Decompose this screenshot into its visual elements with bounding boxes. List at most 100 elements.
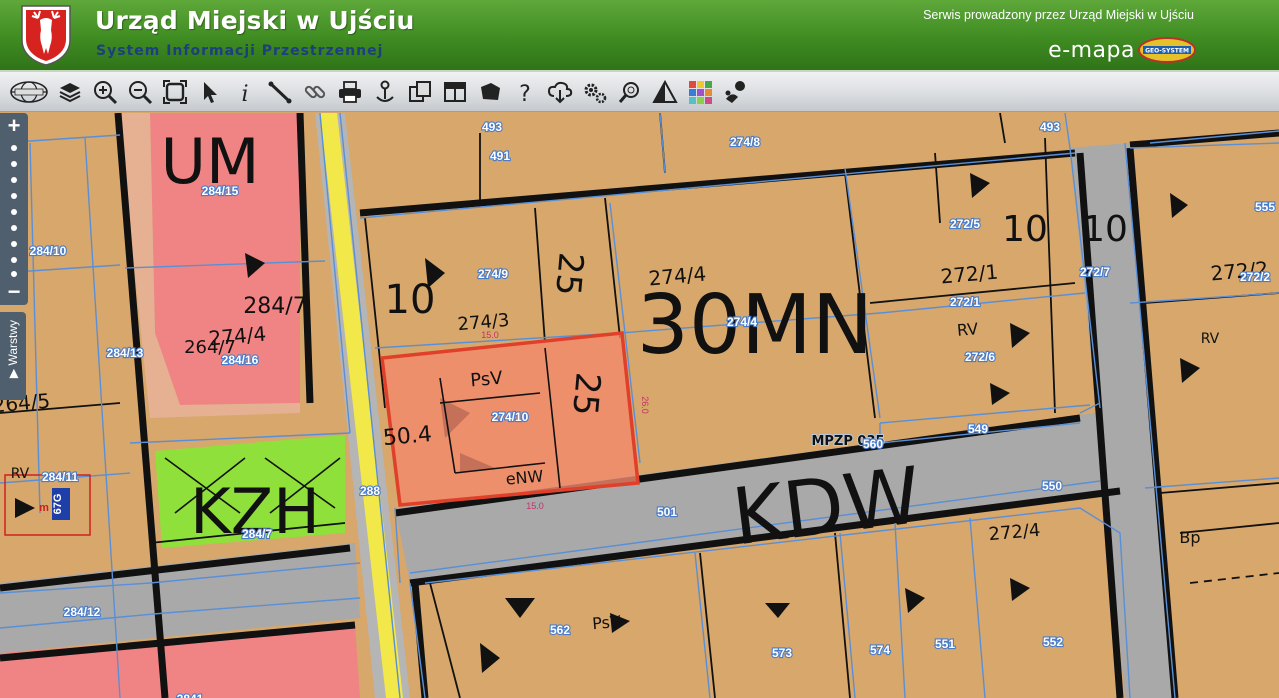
parcel-label: 274/4 [727, 315, 757, 329]
zoom-out-button[interactable] [122, 75, 157, 109]
parcel-label: 501 [657, 505, 677, 519]
dimension-label: 15.0 [526, 501, 544, 511]
geo-system-badge: GEO-SYSTEM [1138, 37, 1196, 63]
settings-button[interactable] [577, 75, 612, 109]
copy-icon [408, 80, 431, 102]
warning-button[interactable] [647, 75, 682, 109]
parcel-label: 272/1 [950, 295, 980, 309]
palette-icon [688, 80, 712, 104]
dimension-label: 15.0 [481, 330, 499, 340]
parcel-label: 274/8 [730, 135, 760, 149]
plan-label: 10 [1002, 209, 1048, 250]
parcel-label: 274/9 [478, 267, 508, 281]
svg-text:i: i [241, 82, 248, 105]
zoom-level-dot[interactable] [11, 209, 17, 215]
parcel-label: 555 [1255, 200, 1275, 214]
parcel-label: 284/15 [202, 184, 239, 198]
layers-button[interactable] [52, 75, 87, 109]
ruler-icon [268, 81, 291, 103]
parcel-label: 574 [870, 643, 890, 657]
zoom-out-control[interactable]: − [0, 281, 28, 303]
plan-label: 25 [547, 251, 591, 298]
info-button[interactable]: i [227, 75, 262, 109]
plan-label: 10 [1082, 209, 1128, 250]
globe-button[interactable] [6, 75, 52, 109]
download-button[interactable] [542, 75, 577, 109]
pin-button[interactable] [367, 75, 402, 109]
zoom-level-dot[interactable] [11, 161, 17, 167]
parcel-label: 272/2 [1240, 270, 1270, 284]
emapa-logo[interactable]: e-mapa GEO-SYSTEM [1048, 37, 1197, 63]
app-subtitle: System Informacji Przestrzennej [96, 43, 384, 59]
arrow-pointer-icon [203, 81, 217, 103]
marker-m-label: m [39, 502, 49, 514]
zoom-level-dot[interactable] [11, 145, 17, 151]
layers-tab-label: ▶ Warstwy [6, 319, 20, 379]
search-button[interactable] [612, 75, 647, 109]
zoom-level-dot[interactable] [11, 177, 17, 183]
parcel-label: 551 [935, 637, 955, 651]
info-icon: i [241, 82, 248, 105]
zoom-control: + − [0, 113, 28, 305]
plan-label: 274/4 [648, 262, 708, 291]
select-button[interactable] [192, 75, 227, 109]
plan-label: PsV [470, 368, 505, 392]
zoom-in-button[interactable] [87, 75, 122, 109]
parcel-label: 272/5 [950, 217, 980, 231]
zoom-in-icon [93, 80, 117, 104]
parcel-label: 274/10 [492, 410, 529, 424]
parcel-label: 288 [360, 484, 380, 498]
zoom-out-icon [128, 80, 152, 104]
polygon-icon [480, 82, 500, 100]
zoom-in-control[interactable]: + [0, 115, 28, 137]
printer-icon [338, 80, 361, 103]
area-button[interactable] [472, 75, 507, 109]
copy-button[interactable] [402, 75, 437, 109]
layout-button[interactable] [437, 75, 472, 109]
parcel-label: 284/7 [242, 527, 272, 541]
zoom-level-dot[interactable] [11, 193, 17, 199]
question-icon: ? [519, 82, 531, 105]
street-view-button[interactable] [717, 75, 752, 109]
parcel-label: 560 [863, 437, 883, 451]
gears-icon [584, 83, 606, 103]
layout-icon [443, 81, 466, 102]
dimension-label: 26.0 [640, 396, 650, 414]
map-svg[interactable]: UM30MNKZH KDWMPZP 035 274/4274/3102550.4P… [0, 113, 1279, 698]
service-note: Serwis prowadzony przez Urząd Miejski w … [923, 8, 1194, 22]
map-canvas[interactable]: UM 30MN KZH KDW MPZP 035 274/4 274/3 10 25 50.4 P… [0, 113, 1279, 698]
coat-of-arms-icon [21, 5, 71, 66]
full-extent-icon [162, 79, 187, 104]
zoom-level-dot[interactable] [11, 271, 17, 277]
parcel-label: 493 [1040, 120, 1060, 134]
zoom-level-dot[interactable] [11, 225, 17, 231]
geo-badge-text: GEO-SYSTEM [1145, 48, 1189, 55]
link-icon [304, 85, 325, 98]
cloud-download-icon [547, 81, 572, 103]
globe-icon [10, 80, 48, 103]
header-bar: Urząd Miejski w Ujściu System Informacji… [0, 0, 1279, 72]
parcel-label: 552 [1043, 635, 1063, 649]
plan-label: RV [956, 319, 979, 340]
measure-distance-button[interactable] [262, 75, 297, 109]
print-button[interactable] [332, 75, 367, 109]
toolbar: i ? [0, 72, 1279, 112]
plan-label: Bp [1179, 528, 1200, 547]
app-title: Urząd Miejski w Ujściu [95, 6, 415, 35]
layers-tab[interactable]: ▶ Warstwy [0, 312, 26, 400]
parcel-label: 491 [490, 149, 510, 163]
zoom-level-dot[interactable] [11, 257, 17, 263]
color-palette-button[interactable] [682, 75, 717, 109]
parcel-label: 573 [772, 646, 792, 660]
plan-label: 50.4 [382, 422, 433, 451]
magnifier-icon [618, 81, 639, 103]
parcel-label: 493 [482, 120, 502, 134]
parcel-label: 2841 [177, 692, 204, 698]
plan-label: 10 [385, 277, 436, 323]
link-button[interactable] [297, 75, 332, 109]
zoom-level-dot[interactable] [11, 241, 17, 247]
help-button[interactable]: ? [507, 75, 542, 109]
full-extent-button[interactable] [157, 75, 192, 109]
parcel-label: 272/6 [965, 350, 995, 364]
svg-text:?: ? [519, 82, 531, 105]
